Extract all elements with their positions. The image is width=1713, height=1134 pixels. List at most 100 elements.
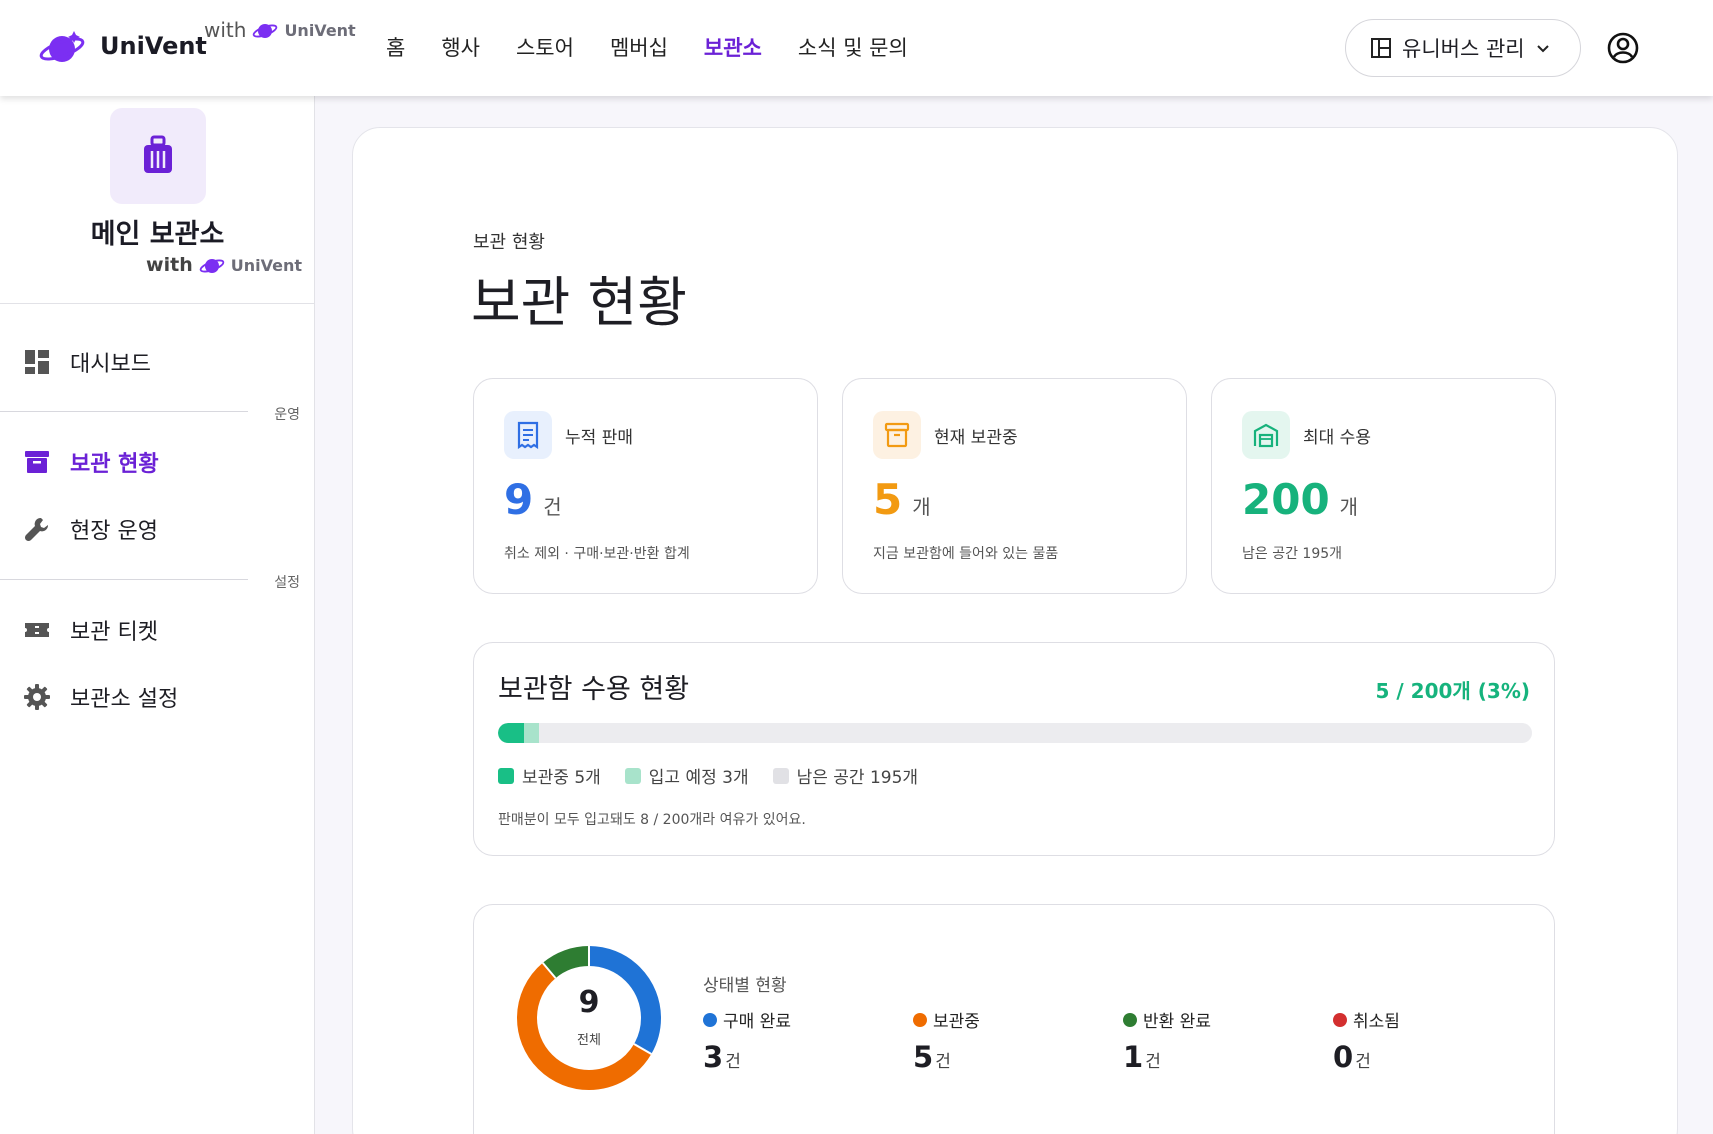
sidebar-item-storage-status[interactable]: 보관 현황 bbox=[24, 442, 159, 482]
stat-value: 9 bbox=[504, 475, 534, 524]
status-unit: 건 bbox=[1355, 1052, 1371, 1072]
status-count-row: 0 건 bbox=[1333, 1040, 1400, 1074]
sidebar-item-field-operation[interactable]: 현장 운영 bbox=[24, 509, 158, 549]
status-dot bbox=[1333, 1012, 1347, 1027]
status-item-cancelled: 취소됨 0 건 bbox=[1333, 1007, 1400, 1074]
stat-card-total-sales: 누적 판매 9 건 취소 제외 · 구매·보관·반환 합계 bbox=[473, 378, 818, 594]
status-item-returned: 반환 완료 1 건 bbox=[1123, 1007, 1211, 1074]
stat-value: 200 bbox=[1242, 475, 1330, 524]
nav-store[interactable]: 스토어 bbox=[516, 32, 574, 62]
capacity-legend: 보관중 5개 입고 예정 3개 남은 공간 195개 bbox=[498, 763, 918, 788]
stat-value: 5 bbox=[873, 475, 903, 524]
status-dot bbox=[1123, 1012, 1137, 1027]
account-circle-icon[interactable] bbox=[1607, 32, 1639, 64]
store-name: 메인 보관소 bbox=[90, 219, 225, 250]
breadcrumb: 보관 현황 bbox=[473, 232, 545, 253]
sidebar-item-label: 현장 운영 bbox=[70, 519, 158, 544]
archive-box-icon bbox=[873, 411, 921, 459]
donut-total: 9 bbox=[578, 985, 600, 1020]
stat-value-row: 9 건 bbox=[504, 475, 562, 524]
store-with-label: with bbox=[146, 254, 193, 276]
with-label: with bbox=[204, 18, 247, 42]
stat-description: 지금 보관함에 들어와 있는 물품 bbox=[873, 546, 1059, 562]
store-avatar bbox=[110, 108, 206, 204]
stat-unit: 개 bbox=[912, 495, 931, 519]
status-item-storing: 보관중 5 건 bbox=[913, 1007, 980, 1074]
status-count-row: 5 건 bbox=[913, 1040, 980, 1074]
legend-label: 남은 공간 195개 bbox=[796, 768, 919, 788]
status-name: 취소됨 bbox=[1353, 1012, 1400, 1032]
status-dot bbox=[703, 1012, 717, 1027]
capacity-title: 보관함 수용 현황 bbox=[498, 674, 690, 705]
page-title: 보관 현황 bbox=[471, 271, 687, 334]
capacity-ratio: 5 / 200개 (3%) bbox=[1375, 679, 1531, 703]
status-name: 반환 완료 bbox=[1143, 1012, 1211, 1032]
with-univent-badge: with UniVent bbox=[204, 18, 356, 42]
status-item-purchased: 구매 완료 3 건 bbox=[703, 1007, 791, 1074]
brand-name[interactable]: UniVent bbox=[100, 32, 207, 60]
status-unit: 건 bbox=[1145, 1052, 1161, 1072]
nav-membership[interactable]: 멤버십 bbox=[610, 32, 668, 62]
sidebar-item-label: 보관소 설정 bbox=[70, 687, 179, 712]
legend-swatch bbox=[772, 767, 789, 784]
stat-card-current-storage: 현재 보관중 5 개 지금 보관함에 들어와 있는 물품 bbox=[842, 378, 1187, 594]
capacity-progress-bar bbox=[498, 723, 1532, 743]
sidebar-item-label: 대시보드 bbox=[70, 352, 151, 377]
main-nav: 홈 행사 스토어 멤버십 보관소 소식 및 문의 bbox=[386, 32, 908, 62]
luggage-icon bbox=[144, 135, 172, 173]
stat-title: 현재 보관중 bbox=[934, 428, 1018, 448]
status-card: 9 전체 상태별 현황 구매 완료 3 건 보관중 5 건 반환 완료 1 건 bbox=[473, 904, 1555, 1134]
status-dot bbox=[913, 1012, 927, 1027]
chevron-down-icon bbox=[1536, 45, 1549, 53]
small-planet-icon bbox=[199, 259, 224, 273]
status-count: 1 bbox=[1123, 1040, 1144, 1074]
donut-total-label: 전체 bbox=[577, 1033, 601, 1048]
status-count-row: 1 건 bbox=[1123, 1040, 1211, 1074]
status-count: 0 bbox=[1333, 1040, 1354, 1074]
sidebar: 메인 보관소 with UniVent 대시보드 운영 보관 현황 현장 운영 … bbox=[0, 96, 315, 1134]
capacity-card: 보관함 수용 현황 5 / 200개 (3%) 보관중 5개 입고 예정 3개 … bbox=[473, 642, 1555, 856]
legend-swatch bbox=[624, 767, 641, 784]
legend-swatch bbox=[498, 767, 514, 784]
nav-events[interactable]: 행사 bbox=[441, 32, 480, 62]
receipt-icon bbox=[504, 411, 552, 459]
sidebar-item-dashboard[interactable]: 대시보드 bbox=[24, 342, 151, 382]
universe-manage-label: 유니버스 관리 bbox=[1402, 37, 1525, 61]
sidebar-item-storage-ticket[interactable]: 보관 티켓 bbox=[24, 610, 158, 650]
section-label-settings: 설정 bbox=[274, 575, 300, 591]
status-name-row: 보관중 bbox=[913, 1007, 980, 1032]
capacity-incoming-fill bbox=[523, 723, 540, 743]
sidebar-item-label: 보관 현황 bbox=[70, 452, 159, 477]
stat-value-row: 200 개 bbox=[1242, 475, 1358, 524]
sidebar-item-storage-settings[interactable]: 보관소 설정 bbox=[24, 677, 178, 717]
nav-storage[interactable]: 보관소 bbox=[704, 32, 762, 62]
archive-icon bbox=[25, 451, 49, 473]
capacity-note: 판매분이 모두 입고돼도 8 / 200개라 여유가 있어요. bbox=[498, 812, 806, 828]
status-count-row: 3 건 bbox=[703, 1040, 791, 1074]
nav-home[interactable]: 홈 bbox=[386, 32, 405, 62]
ticket-icon bbox=[25, 623, 49, 637]
stat-description: 남은 공간 195개 bbox=[1242, 546, 1343, 562]
nav-news-inquiry[interactable]: 소식 및 문의 bbox=[798, 32, 908, 62]
legend-item-incoming: 입고 예정 3개 bbox=[624, 763, 749, 788]
stat-value-row: 5 개 bbox=[873, 475, 931, 524]
status-name: 구매 완료 bbox=[723, 1012, 791, 1032]
stat-title: 누적 판매 bbox=[565, 428, 633, 448]
stat-card-max-capacity: 최대 수용 200 개 남은 공간 195개 bbox=[1211, 378, 1556, 594]
wrench-icon bbox=[24, 517, 49, 542]
status-unit: 건 bbox=[935, 1052, 951, 1072]
top-header: UniVent with UniVent 홈 행사 스토어 멤버십 보관소 소식… bbox=[0, 0, 1713, 96]
section-divider bbox=[0, 411, 248, 412]
store-with-brand: UniVent bbox=[230, 255, 302, 275]
warehouse-icon bbox=[1242, 411, 1290, 459]
layout-icon bbox=[1371, 38, 1391, 58]
status-count: 3 bbox=[703, 1040, 724, 1074]
store-with-badge: with UniVent bbox=[146, 254, 302, 276]
universe-manage-button[interactable]: 유니버스 관리 bbox=[1345, 19, 1581, 77]
status-name: 보관중 bbox=[933, 1012, 980, 1032]
sidebar-divider bbox=[0, 303, 314, 304]
planet-logo-icon[interactable] bbox=[38, 27, 86, 67]
legend-label: 보관중 5개 bbox=[522, 768, 601, 788]
stat-unit: 건 bbox=[543, 495, 562, 519]
status-name-row: 구매 완료 bbox=[703, 1007, 791, 1032]
